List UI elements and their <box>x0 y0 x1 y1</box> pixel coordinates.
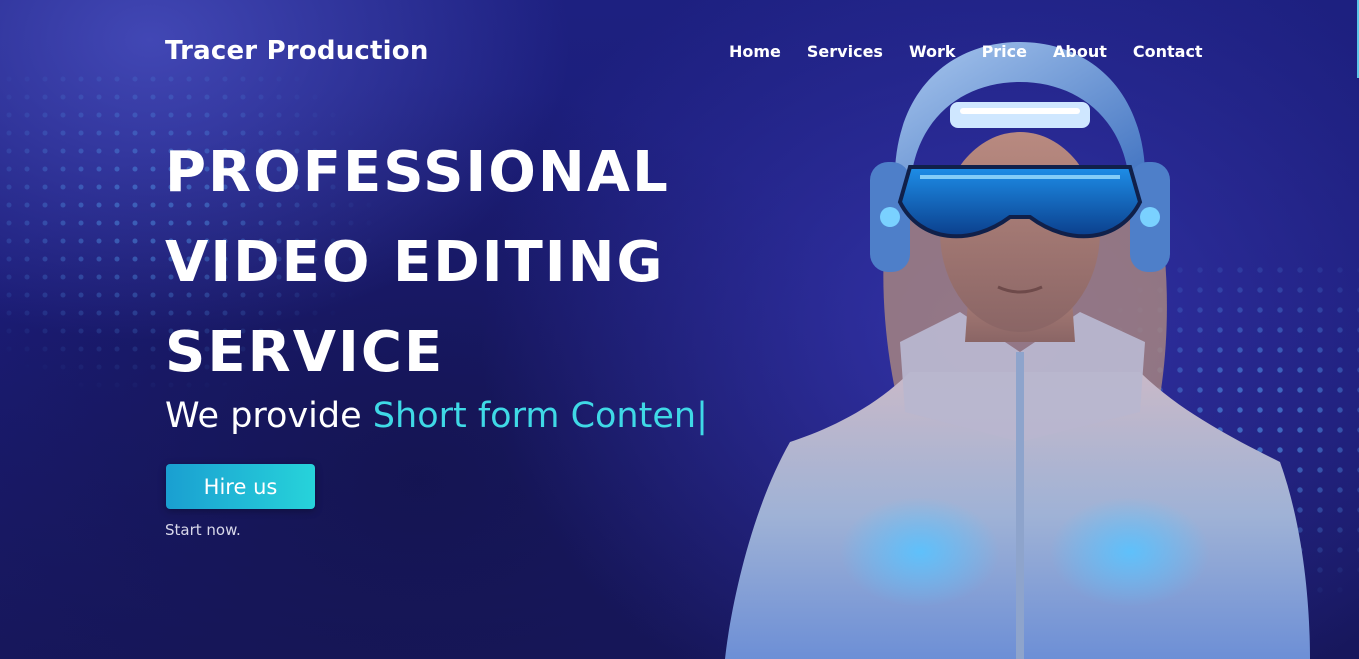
hero-title-line: VIDEO EDITING <box>165 230 665 295</box>
hire-us-button[interactable]: Hire us <box>166 464 315 509</box>
typing-cursor: | <box>696 396 708 436</box>
nav-link-about[interactable]: About <box>1053 42 1107 61</box>
brand-logo-text[interactable]: Tracer Production <box>165 36 429 66</box>
hero-title-line: PROFESSIONAL <box>165 140 670 205</box>
hero-title: PROFESSIONAL VIDEO EDITING SERVICE <box>165 128 670 398</box>
nav-link-work[interactable]: Work <box>909 42 956 61</box>
hero-subtitle: We provide Short form Conten| <box>165 396 708 436</box>
nav-link-home[interactable]: Home <box>729 42 781 61</box>
subtitle-prefix: We provide <box>165 396 362 436</box>
hero-figure-vr-helmet-icon <box>720 12 1320 659</box>
main-nav: Home Services Work Price About Contact <box>729 42 1203 61</box>
subtitle-typed-text: Short form Conten <box>372 396 697 436</box>
landing-page: Tracer Production Home Services Work Pri… <box>0 0 1359 659</box>
cta-note: Start now. <box>165 521 241 539</box>
hero-title-line: SERVICE <box>165 320 445 385</box>
nav-link-contact[interactable]: Contact <box>1133 42 1203 61</box>
nav-link-services[interactable]: Services <box>807 42 883 61</box>
nav-link-price[interactable]: Price <box>982 42 1027 61</box>
